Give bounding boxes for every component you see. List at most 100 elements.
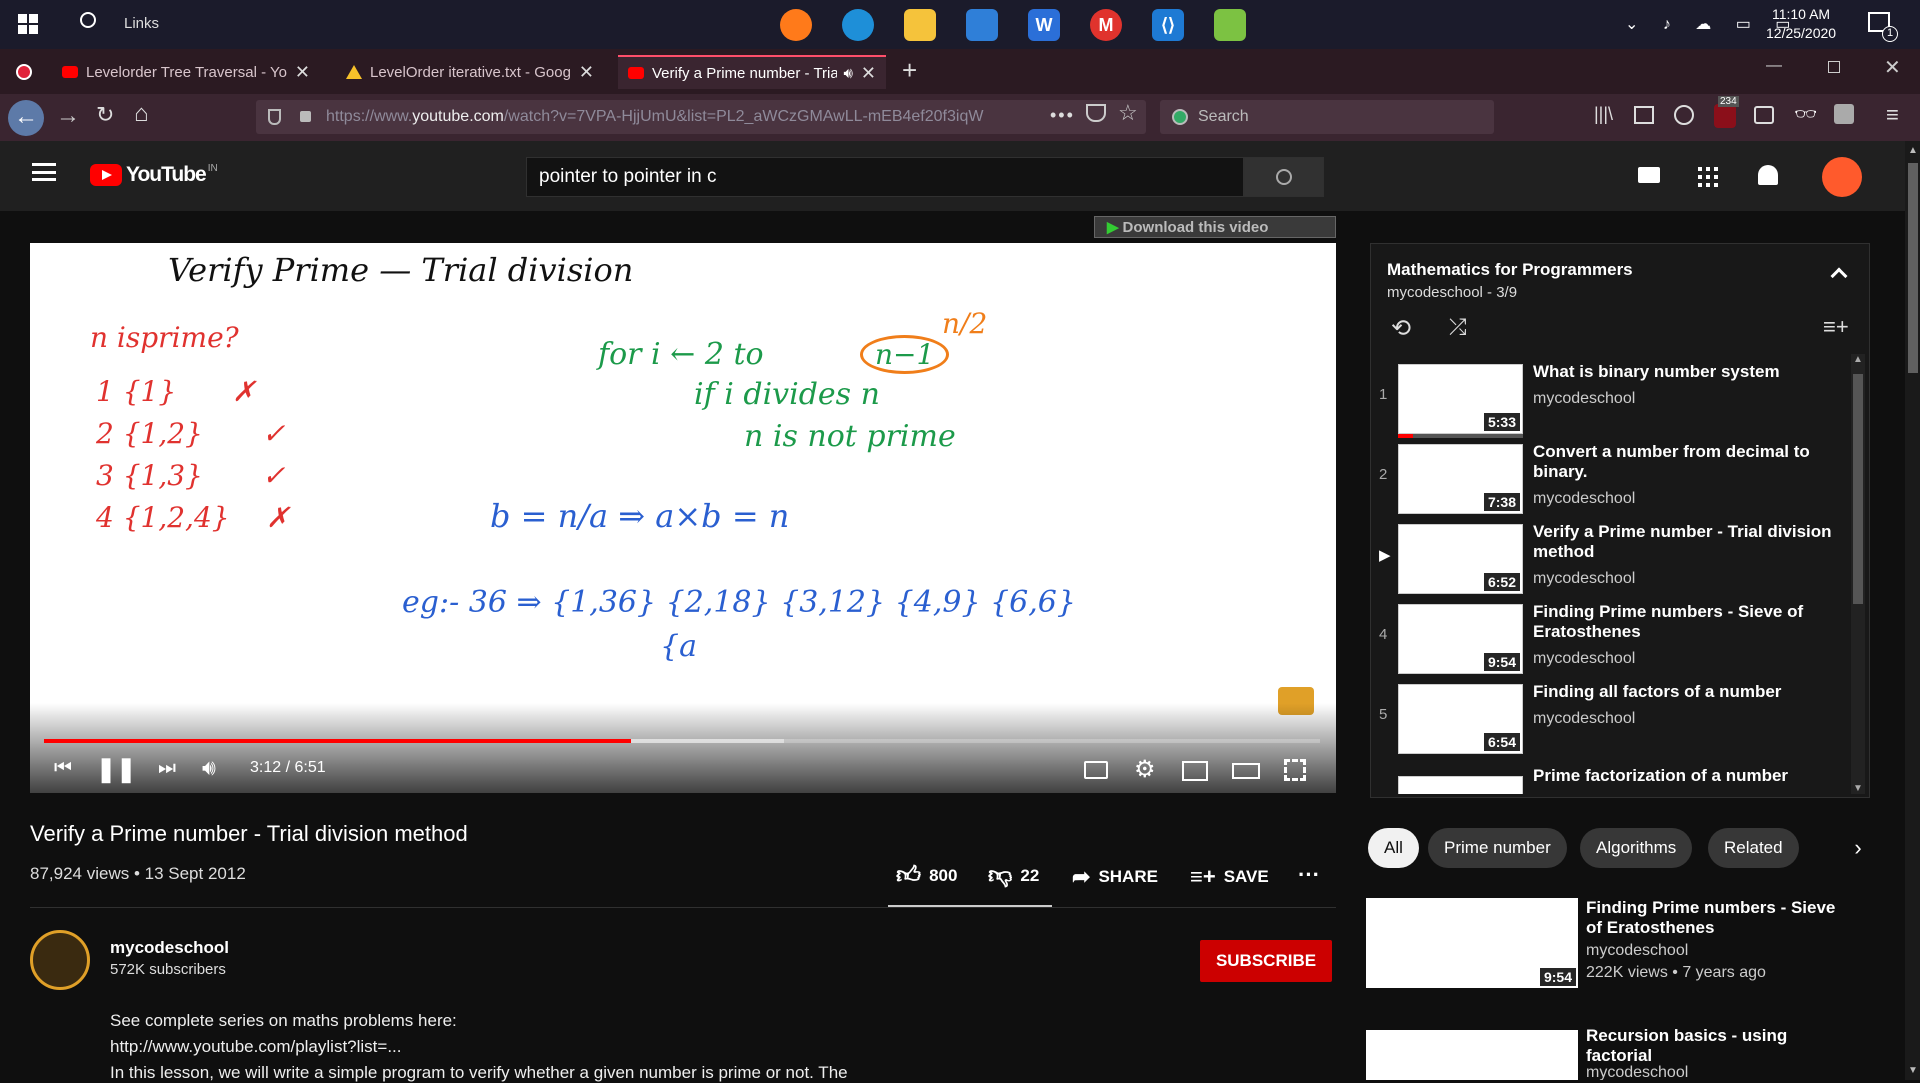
dislike-button[interactable]: 👎︎ 22 [988, 862, 1039, 890]
board-row-1: 1 {1} [96, 375, 177, 408]
notifications-bell-icon[interactable] [1758, 165, 1778, 185]
video-meta: 87,924 views • 13 Sept 2012 [30, 864, 246, 883]
next-icon[interactable]: ⏭︎ [158, 757, 176, 780]
duration-badge: 6:52 [1483, 573, 1520, 591]
miniplayer-icon[interactable] [1182, 761, 1208, 781]
create-video-icon[interactable] [1638, 167, 1660, 183]
bookmark-star-icon[interactable]: ☆ [1118, 100, 1138, 126]
clock[interactable]: 11:10 AM 12/25/2020 [1766, 5, 1836, 43]
chip-all[interactable]: All [1368, 828, 1419, 868]
chip-related[interactable]: Related [1708, 828, 1799, 868]
subscribe-button[interactable]: SUBSCRIBE [1200, 940, 1332, 982]
progress-track[interactable] [44, 739, 1320, 743]
minimize-icon[interactable]: — [1766, 57, 1782, 75]
windows-start-icon[interactable] [18, 14, 38, 34]
sidebar-icon[interactable] [1634, 106, 1654, 124]
share-button[interactable]: ➦ SHARE [1072, 864, 1158, 890]
close-icon[interactable]: ✕ [287, 62, 310, 83]
like-button[interactable]: 👍︎ 800 [896, 862, 957, 890]
channel-name[interactable]: mycodeschool [110, 938, 229, 958]
search-field[interactable]: Search [1160, 100, 1494, 134]
file-explorer-icon[interactable] [904, 9, 936, 41]
youtube-logo[interactable]: YouTube IN [90, 163, 218, 187]
playlist-menu-icon[interactable]: ≡+ [1823, 314, 1849, 340]
close-window-icon[interactable]: ✕ [1884, 55, 1901, 80]
description-link[interactable]: http://www.youtube.com/playlist?list=... [110, 1037, 402, 1057]
ublock-icon[interactable] [1714, 104, 1736, 128]
word-icon[interactable]: W [1028, 9, 1060, 41]
playlist-item[interactable]: Prime factorization of a number [1371, 764, 1841, 794]
extension-icon[interactable]: 👓︎ [1794, 104, 1817, 125]
more-actions-icon[interactable]: ··· [1298, 862, 1320, 888]
youtube-search-button[interactable] [1244, 157, 1324, 197]
firefox-icon[interactable] [780, 9, 812, 41]
rec-title: Finding Prime numbers - Sieve of Eratost… [1586, 898, 1836, 937]
save-button[interactable]: ≡+ SAVE [1190, 864, 1269, 890]
taskbar-search-label[interactable]: Links [124, 15, 159, 32]
home-icon[interactable]: ⌂ [134, 100, 149, 128]
play-icon: ▶ [1107, 219, 1119, 236]
close-icon[interactable]: ✕ [853, 63, 876, 84]
page-actions-icon[interactable]: ••• [1050, 105, 1075, 126]
extension-square-icon[interactable] [1834, 104, 1854, 124]
page-scrollbar[interactable]: ▲ ▼ [1905, 141, 1920, 1080]
tab-verify-prime[interactable]: Verify a Prime number - Tria 🔊︎ ✕ [618, 55, 886, 89]
playlist-item[interactable]: 1 5:33 What is binary number system myco… [1371, 362, 1841, 444]
youtube-play-icon [90, 164, 122, 186]
close-icon[interactable]: ✕ [571, 62, 594, 83]
previous-icon[interactable]: ⏮︎ [54, 757, 72, 780]
collapse-chevron-icon[interactable] [1830, 267, 1848, 285]
tab-levelorder-youtube[interactable]: Levelorder Tree Traversal - You ✕ [52, 55, 320, 89]
back-icon[interactable]: ← [8, 100, 44, 136]
playlist-scrollbar[interactable]: ▲ ▼ [1851, 354, 1865, 794]
loop-icon[interactable]: ⟲ [1391, 314, 1411, 343]
account-avatar[interactable] [1822, 157, 1862, 197]
playlist-item[interactable]: 4 9:54 Finding Prime numbers - Sieve of … [1371, 602, 1841, 684]
edge-icon[interactable] [842, 9, 874, 41]
item-title: Verify a Prime number - Trial division m… [1533, 522, 1832, 561]
playlist-title[interactable]: Mathematics for Programmers [1387, 260, 1633, 280]
gmail-icon[interactable]: M [1090, 9, 1122, 41]
youtube-search-input[interactable]: pointer to pointer in c [526, 157, 1244, 197]
recommendation-item[interactable]: 9:54 Finding Prime numbers - Sieve of Er… [1366, 898, 1866, 998]
tab-list-icon[interactable] [16, 64, 32, 80]
chip-algorithms[interactable]: Algorithms [1580, 828, 1693, 868]
theater-mode-icon[interactable] [1232, 763, 1260, 779]
url-bar[interactable]: https://www. youtube.com/watch?v=7VPA-Hjj… [256, 100, 1146, 134]
playlist-item[interactable]: 2 7:38 Convert a number from decimal to … [1371, 442, 1841, 524]
mail-icon[interactable] [966, 9, 998, 41]
search-icon[interactable] [80, 12, 96, 28]
volume-icon[interactable]: 🔊︎ [202, 755, 216, 781]
settings-gear-icon[interactable]: ⚙︎ [1134, 755, 1156, 784]
library-icon[interactable]: |||\ [1594, 104, 1613, 125]
playlist-add-icon: ≡+ [1190, 864, 1216, 889]
restore-icon[interactable] [1828, 61, 1840, 73]
speaker-icon[interactable]: 🔊︎ [843, 65, 852, 82]
recommendation-item[interactable]: Recursion basics - using factorial mycod… [1366, 1026, 1866, 1080]
download-video-button[interactable]: ▶ Download this video [1094, 216, 1336, 238]
hamburger-menu-icon[interactable] [32, 163, 56, 181]
new-tab-button[interactable]: + [902, 55, 917, 86]
shuffle-icon[interactable]: ⤮ [1449, 314, 1467, 340]
screenshot-icon[interactable] [1754, 106, 1774, 124]
playlist-item-current[interactable]: ▶ 6:52 Verify a Prime number - Trial div… [1371, 522, 1841, 604]
url-path: /watch?v=7VPA-HjjUmU&list=PL2_aWCzGMAwLL… [503, 108, 984, 125]
menu-icon[interactable]: ≡ [1886, 102, 1899, 128]
channel-avatar[interactable] [30, 930, 90, 990]
subtitles-icon[interactable] [1084, 761, 1108, 779]
pocket-icon[interactable] [1086, 104, 1106, 122]
vscode-icon[interactable]: ⟨⟩ [1152, 9, 1184, 41]
playlist-item[interactable]: 5 6:54 Finding all factors of a number m… [1371, 682, 1841, 764]
tab-levelorder-drive[interactable]: LevelOrder iterative.txt - Goog ✕ [336, 55, 604, 89]
reload-icon[interactable]: ↻ [96, 102, 114, 128]
notepad-plus-icon[interactable] [1214, 9, 1246, 41]
apps-grid-icon[interactable] [1698, 167, 1718, 187]
pause-icon[interactable]: ❚❚ [96, 755, 136, 784]
fullscreen-icon[interactable] [1284, 759, 1306, 781]
chips-next-chevron-icon[interactable]: › [1838, 828, 1878, 868]
shield-icon[interactable] [268, 109, 281, 125]
account-icon[interactable] [1674, 105, 1694, 125]
lock-icon [300, 111, 311, 122]
forward-icon[interactable]: → [56, 102, 80, 130]
chip-prime-number[interactable]: Prime number [1428, 828, 1567, 868]
